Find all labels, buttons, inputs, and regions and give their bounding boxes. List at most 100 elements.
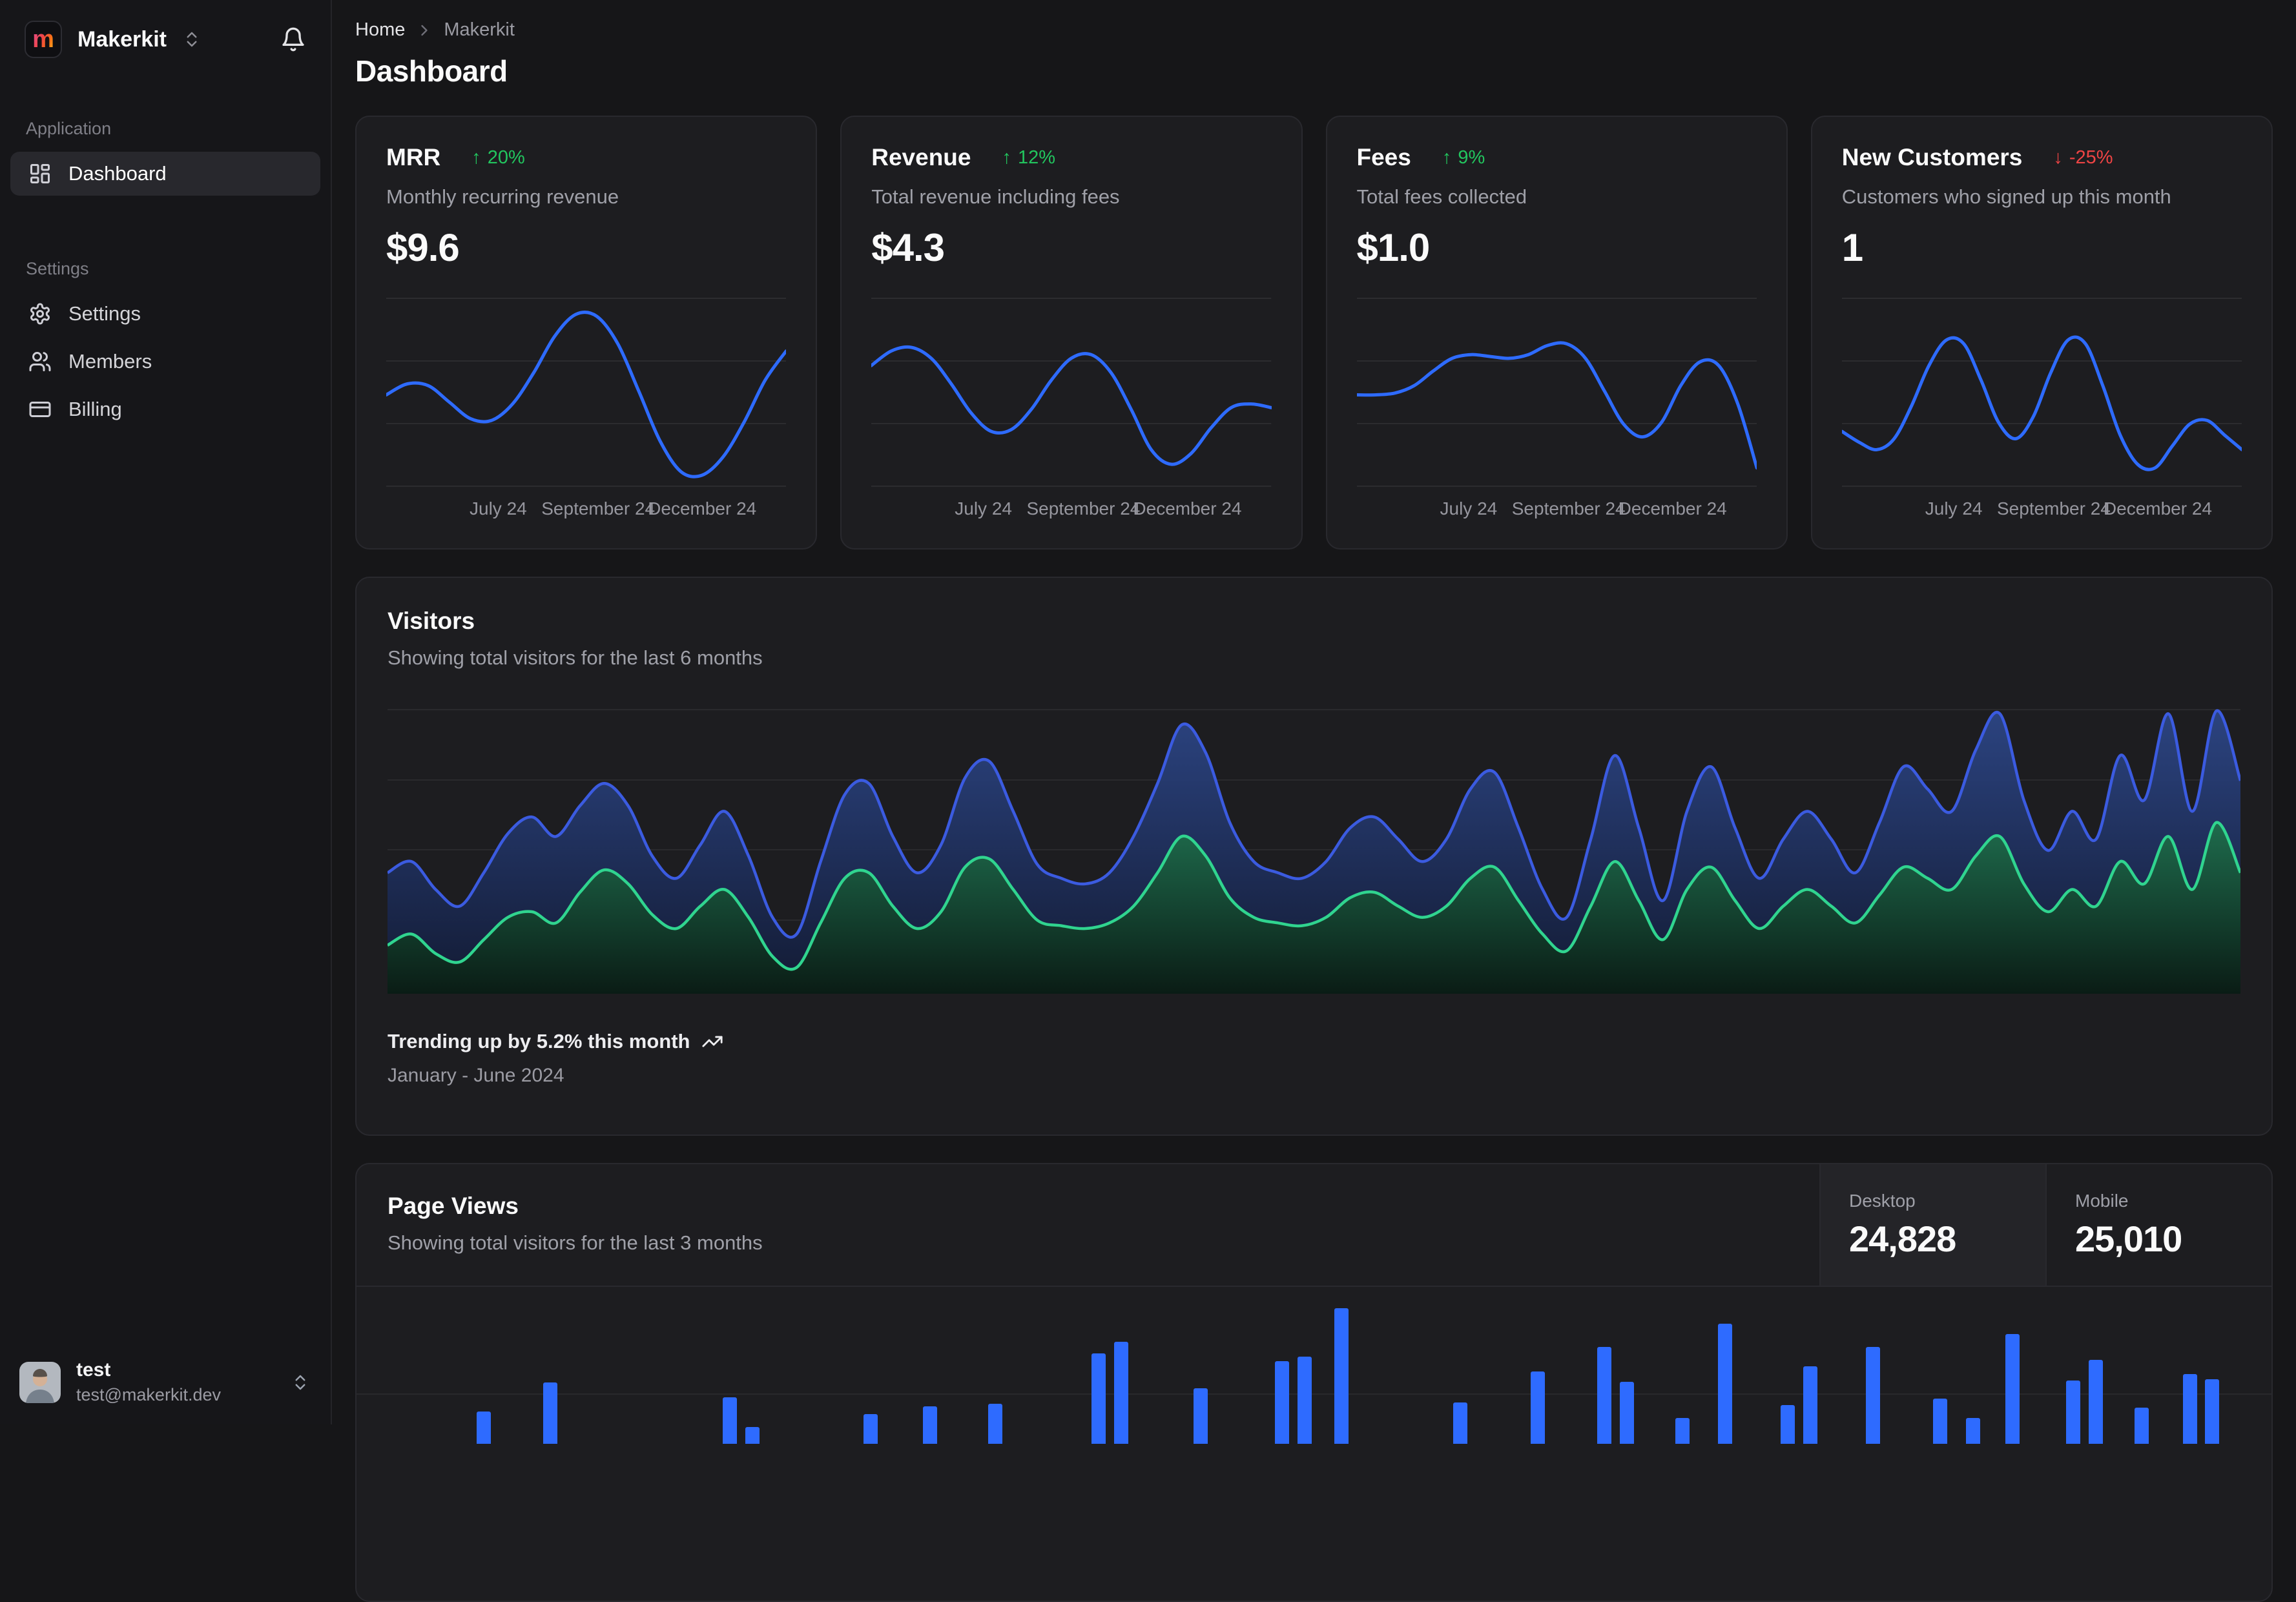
page-views-bar bbox=[1531, 1371, 1546, 1444]
page-views-bar bbox=[1113, 1342, 1128, 1444]
x-tick: December 24 bbox=[2103, 498, 2212, 519]
user-email: test@makerkit.dev bbox=[76, 1385, 221, 1404]
page-views-bar bbox=[1932, 1399, 1947, 1444]
stat-card-mrr: MRR ↑ 20% Monthly recurring revenue $9.6… bbox=[355, 116, 818, 549]
sidebar-item-label: Members bbox=[68, 350, 152, 373]
page-views-bar bbox=[2135, 1408, 2149, 1444]
sidebar-item-label: Settings bbox=[68, 302, 141, 325]
x-tick: December 24 bbox=[1133, 498, 1242, 519]
x-tick: December 24 bbox=[1618, 498, 1727, 519]
visitors-title: Visitors bbox=[388, 608, 475, 634]
stat-title: MRR bbox=[386, 144, 441, 170]
trend-value: 20% bbox=[487, 147, 525, 168]
stat-value: $4.3 bbox=[871, 226, 945, 269]
users-icon bbox=[29, 352, 51, 371]
tab-desktop[interactable]: Desktop 24,828 bbox=[1819, 1164, 2045, 1286]
chart-area bbox=[386, 293, 787, 489]
stat-card-new-customers: New Customers ↓ -25% Customers who signe… bbox=[1810, 116, 2273, 549]
sidebar-item-settings[interactable]: Settings bbox=[10, 292, 320, 336]
visitors-card: Visitors Showing total visitors for the … bbox=[355, 577, 2273, 1136]
chevrons-up-down-icon bbox=[295, 1375, 305, 1390]
tab-label: Mobile bbox=[2075, 1190, 2129, 1211]
page-views-bar bbox=[1275, 1361, 1290, 1444]
x-tick: July 24 bbox=[955, 498, 1012, 519]
logo-letter: m bbox=[32, 26, 54, 53]
stat-value: $9.6 bbox=[386, 226, 460, 269]
page-views-bar bbox=[745, 1427, 760, 1444]
new-customers-sparkline-chart bbox=[1841, 298, 2242, 487]
tab-label: Desktop bbox=[1849, 1190, 1916, 1211]
stat-value: 1 bbox=[1841, 226, 1863, 269]
chevrons-up-down-icon bbox=[187, 32, 197, 47]
sidebar-item-billing[interactable]: Billing bbox=[10, 387, 320, 431]
breadcrumb-current[interactable]: Makerkit bbox=[444, 19, 515, 41]
x-tick: September 24 bbox=[1026, 498, 1141, 519]
stat-subtitle: Customers who signed up this month bbox=[1841, 185, 2171, 208]
x-tick: September 24 bbox=[541, 498, 656, 519]
fees-sparkline-chart bbox=[1356, 298, 1757, 487]
chevron-right-icon bbox=[421, 25, 428, 36]
page-views-bar bbox=[864, 1414, 878, 1444]
credit-card-icon bbox=[29, 402, 51, 417]
page-views-bar bbox=[2088, 1360, 2103, 1444]
page-views-bar bbox=[1619, 1382, 1634, 1444]
trend-badge: ↑ 9% bbox=[1442, 147, 1485, 169]
sidebar-section-application: Application bbox=[26, 119, 112, 138]
gear-icon bbox=[30, 303, 50, 325]
x-axis-labels: July 24 September 24 December 24 bbox=[386, 498, 786, 531]
main-content: Home Makerkit Dashboard MRR ↑ 20% Monthl… bbox=[333, 0, 2296, 1602]
stat-title: Fees bbox=[1356, 144, 1411, 170]
page-views-bar bbox=[723, 1397, 738, 1444]
trend-badge: ↓ -25% bbox=[2053, 147, 2113, 169]
gridline bbox=[357, 1393, 2271, 1395]
sidebar-item-label: Billing bbox=[68, 398, 122, 420]
page-views-bar bbox=[1453, 1402, 1467, 1444]
trend-badge: ↑ 20% bbox=[471, 147, 525, 169]
stat-subtitle: Total revenue including fees bbox=[871, 185, 1120, 208]
page-views-bar-chart bbox=[357, 1287, 2271, 1444]
stat-title: Revenue bbox=[871, 144, 971, 170]
breadcrumb-home[interactable]: Home bbox=[355, 19, 405, 41]
page-views-bar bbox=[1966, 1418, 1981, 1444]
stat-card-fees: Fees ↑ 9% Total fees collected $1.0 July… bbox=[1325, 116, 1788, 549]
page-views-bar bbox=[2205, 1379, 2220, 1444]
page-views-bar bbox=[2066, 1381, 2081, 1444]
x-tick: July 24 bbox=[1440, 498, 1498, 519]
visitors-footer: Trending up by 5.2% this month January -… bbox=[388, 1030, 2240, 1087]
layout-dashboard-icon bbox=[30, 164, 50, 183]
user-name: test bbox=[76, 1359, 111, 1381]
page-views-bar bbox=[1866, 1347, 1881, 1444]
visitors-subtitle: Showing total visitors for the last 6 mo… bbox=[388, 646, 763, 669]
chart-area bbox=[1356, 293, 1757, 489]
page-views-bar bbox=[1803, 1366, 1817, 1444]
page-views-bar bbox=[1597, 1347, 1612, 1444]
x-axis-labels: July 24 September 24 December 24 bbox=[1357, 498, 1757, 531]
page-views-bar bbox=[1675, 1418, 1690, 1444]
x-axis-labels: July 24 September 24 December 24 bbox=[871, 498, 1271, 531]
stat-title: New Customers bbox=[1841, 144, 2023, 170]
notifications-bell-icon[interactable] bbox=[280, 26, 306, 52]
sidebar-item-dashboard[interactable]: Dashboard bbox=[10, 152, 320, 196]
mrr-sparkline-chart bbox=[386, 298, 787, 487]
trend-up-arrow-icon: ↑ bbox=[1442, 147, 1452, 168]
page-views-bar bbox=[1781, 1405, 1795, 1444]
page-views-bar bbox=[1091, 1353, 1106, 1444]
tab-value: 24,828 bbox=[1849, 1218, 1956, 1259]
x-tick: July 24 bbox=[470, 498, 527, 519]
page-views-bar bbox=[2183, 1374, 2198, 1444]
page-views-bar bbox=[988, 1404, 1002, 1444]
stat-subtitle: Total fees collected bbox=[1356, 185, 1527, 208]
x-tick: December 24 bbox=[648, 498, 757, 519]
page-views-card: Page Views Showing total visitors for th… bbox=[355, 1163, 2273, 1602]
trend-down-arrow-icon: ↓ bbox=[2053, 147, 2063, 168]
workspace-switcher[interactable]: m Makerkit bbox=[0, 0, 331, 76]
x-tick: September 24 bbox=[1996, 498, 2111, 519]
tab-mobile[interactable]: Mobile 25,010 bbox=[2045, 1164, 2271, 1286]
sidebar: m Makerkit Application Dashboard Setting… bbox=[0, 0, 332, 1424]
page-views-bar bbox=[2005, 1334, 2020, 1444]
sidebar-item-members[interactable]: Members bbox=[10, 340, 320, 384]
user-menu[interactable]: test test@makerkit.dev bbox=[0, 1341, 331, 1424]
visitors-trend-text: Trending up by 5.2% this month bbox=[388, 1030, 690, 1053]
user-meta: test test@makerkit.dev bbox=[76, 1359, 221, 1405]
trending-up-icon bbox=[702, 1036, 723, 1047]
